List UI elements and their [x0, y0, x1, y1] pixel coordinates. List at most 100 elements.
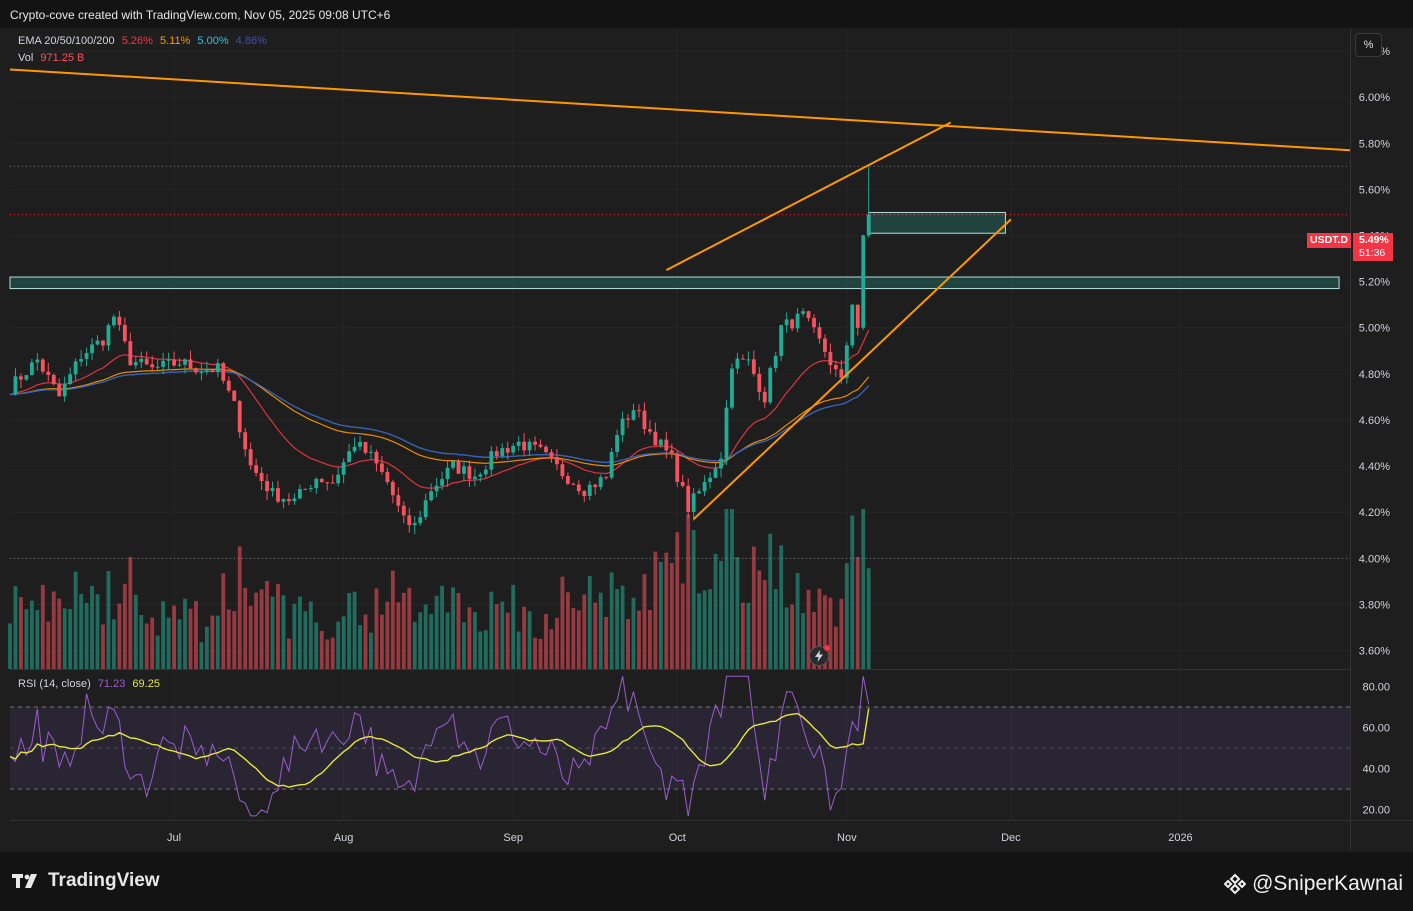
- chart-canvas[interactable]: 6.20%6.00%5.80%5.60%5.40%5.20%5.00%4.80%…: [0, 0, 1413, 911]
- volume-bar: [95, 594, 100, 669]
- candle-body: [434, 485, 439, 492]
- volume-bar: [494, 604, 499, 669]
- volume-bar: [57, 598, 62, 669]
- volume-bar: [122, 583, 127, 669]
- candle-body: [270, 488, 275, 492]
- volume-bar: [183, 598, 187, 669]
- volume-bar: [565, 592, 570, 669]
- candle-body: [516, 441, 521, 446]
- volume-bar: [762, 580, 767, 669]
- candle-body: [664, 439, 669, 451]
- volume-bar: [522, 606, 527, 669]
- volume-bar: [549, 629, 554, 669]
- candle-body: [336, 474, 341, 484]
- candle-body: [161, 360, 166, 367]
- notification-dot: [824, 645, 830, 651]
- candle-body: [713, 468, 718, 478]
- candle-body: [13, 376, 18, 395]
- percent-scale-button[interactable]: %: [1355, 33, 1382, 57]
- volume-bar: [341, 616, 346, 669]
- price-tick-label: 4.80%: [1359, 369, 1390, 381]
- volume-bar: [177, 619, 182, 669]
- volume-bar: [472, 612, 477, 669]
- volume-bar: [423, 604, 428, 669]
- candle-body: [68, 374, 73, 384]
- candle-body: [779, 325, 784, 356]
- candle-body: [412, 523, 417, 526]
- time-tick-label: Sep: [503, 832, 523, 844]
- price-tick-label: 6.00%: [1359, 92, 1390, 104]
- rsi-tick-label: 80.00: [1362, 681, 1390, 693]
- candle-body: [122, 324, 127, 342]
- last-price: 5.49%: [1359, 234, 1389, 246]
- vol-legend[interactable]: Vol 971.25 B: [18, 52, 88, 64]
- candle-body: [369, 451, 373, 453]
- candle-body: [352, 446, 357, 452]
- candle-body: [697, 491, 702, 494]
- volume-bar: [101, 624, 105, 669]
- candle-body: [833, 365, 838, 370]
- candle-body: [648, 429, 652, 432]
- volume-bar: [308, 601, 313, 669]
- candle-body: [823, 338, 827, 352]
- rsi-tick-label: 20.00: [1362, 805, 1390, 817]
- volume-bar: [680, 583, 685, 669]
- tradingview-logo[interactable]: TradingView: [12, 870, 160, 892]
- candle-body: [194, 368, 198, 373]
- volume-bar: [106, 571, 111, 669]
- volume-bar: [768, 533, 773, 669]
- candle-body: [740, 358, 745, 360]
- volume-bar: [150, 617, 155, 669]
- volume-bar: [445, 612, 450, 669]
- candle-body: [642, 410, 647, 430]
- candle-body: [686, 485, 691, 512]
- candle-body: [188, 359, 193, 369]
- candle-body: [396, 495, 401, 506]
- volume-bar: [582, 594, 587, 669]
- candle-body: [817, 327, 822, 339]
- ema-100-value: 5.00%: [197, 35, 229, 47]
- alert-button[interactable]: [809, 645, 830, 666]
- candle-body: [472, 476, 477, 479]
- rsi-tick-label: 40.00: [1362, 764, 1390, 776]
- candle-body: [773, 355, 778, 369]
- volume-bar: [166, 617, 171, 669]
- candle-body: [806, 311, 811, 319]
- volume-bar: [243, 587, 248, 669]
- candle-body: [297, 489, 302, 499]
- binance-icon: [1224, 873, 1247, 895]
- volume-bar: [544, 613, 548, 669]
- candle-body: [347, 451, 352, 463]
- volume-bar: [833, 626, 838, 669]
- candle-body: [544, 446, 548, 453]
- volume-bar: [850, 515, 855, 669]
- volume-bar: [719, 560, 723, 669]
- volume-bar: [702, 590, 707, 669]
- candle-body: [418, 517, 423, 524]
- volume-bar: [380, 614, 384, 669]
- rsi-legend[interactable]: RSI (14, close) 71.23 69.25: [18, 678, 164, 690]
- candle-body: [46, 371, 51, 375]
- volume-bar: [84, 602, 89, 669]
- candle-body: [500, 448, 505, 457]
- candle-body: [637, 410, 641, 412]
- volume-bar: [407, 587, 412, 669]
- ema-legend[interactable]: EMA 20/50/100/200 5.26% 5.11% 5.00% 4.86…: [18, 35, 271, 47]
- candle-body: [533, 441, 537, 445]
- volume-bar: [478, 631, 483, 669]
- ema-legend-label: EMA 20/50/100/200: [18, 35, 115, 47]
- volume-bar: [637, 610, 641, 669]
- volume-bar: [751, 546, 756, 669]
- volume-bar: [210, 615, 215, 669]
- volume-bar: [467, 607, 472, 669]
- volume-bar: [779, 545, 784, 669]
- volume-bar: [456, 593, 461, 669]
- time-tick-label: Oct: [669, 832, 686, 844]
- volume-bar: [505, 612, 510, 669]
- volume-bar: [144, 623, 149, 669]
- volume-bar: [330, 637, 335, 669]
- candle-body: [527, 441, 532, 451]
- candle-body: [51, 374, 56, 385]
- volume-bar: [489, 591, 494, 669]
- candle-body: [210, 370, 215, 373]
